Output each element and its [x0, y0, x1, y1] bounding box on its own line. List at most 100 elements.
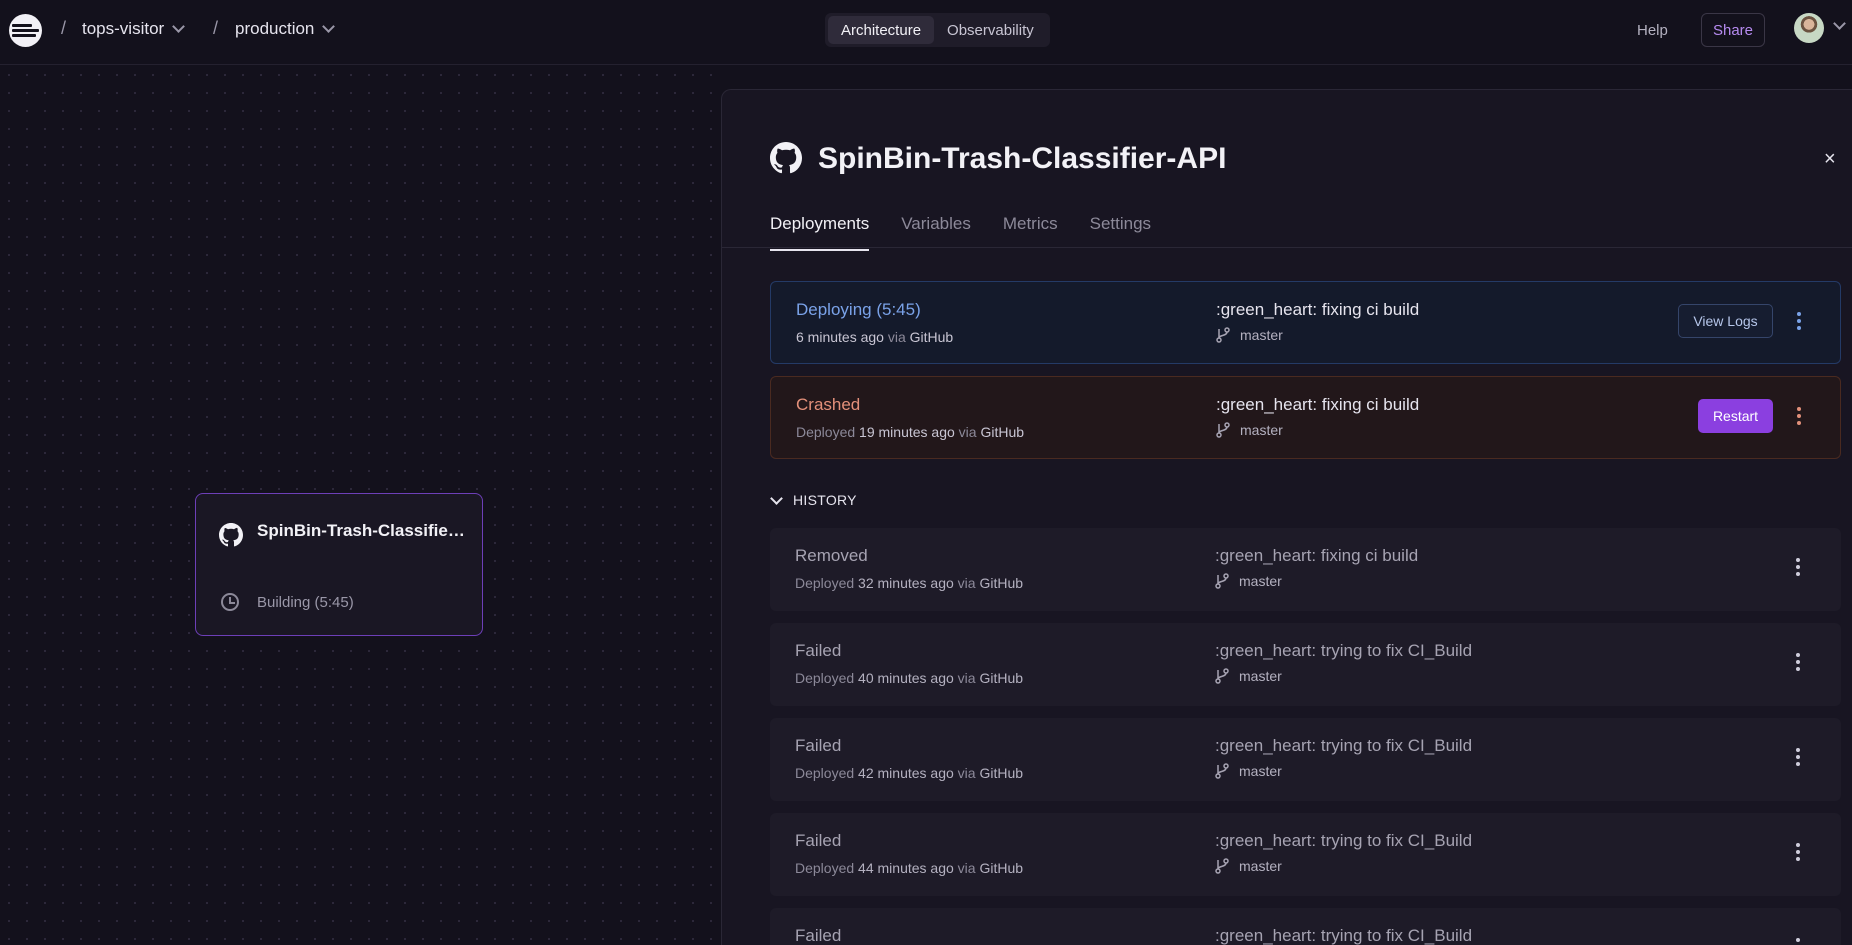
deployment-source: GitHub	[979, 765, 1024, 781]
deployment-meta: Deployed 40 minutes ago via GitHub	[795, 670, 1023, 686]
deployment-meta: Deployed 44 minutes ago via GitHub	[795, 860, 1023, 876]
close-icon[interactable]: ×	[1824, 148, 1836, 171]
environment-selector[interactable]: production	[235, 19, 336, 39]
share-button[interactable]: Share	[1701, 13, 1765, 47]
deployment-source: GitHub	[909, 329, 954, 345]
deployment-time: 44 minutes ago	[858, 860, 954, 876]
more-options-icon[interactable]	[1795, 312, 1803, 334]
history-row[interactable]: Failed :green_heart: trying to fix CI_Bu…	[770, 908, 1841, 945]
deployment-status: Failed	[795, 736, 842, 755]
top-bar: / tops-visitor / production Architecture…	[0, 0, 1852, 65]
deployed-label: Deployed	[795, 860, 855, 876]
more-options-icon[interactable]	[1794, 748, 1802, 770]
deployment-time: 32 minutes ago	[858, 575, 954, 591]
deployment-time: 42 minutes ago	[858, 765, 954, 781]
restart-button[interactable]: Restart	[1698, 399, 1773, 433]
tab-architecture[interactable]: Architecture	[828, 16, 935, 44]
tabs-divider	[722, 247, 1852, 248]
architecture-canvas[interactable]: SpinBin-Trash-Classifier-API Building (5…	[0, 66, 722, 945]
branch-info: master	[1216, 327, 1283, 343]
git-branch-icon	[1215, 763, 1229, 779]
via-label: via	[957, 860, 976, 876]
view-logs-button[interactable]: View Logs	[1678, 304, 1773, 338]
more-options-icon[interactable]	[1794, 558, 1802, 580]
service-panel: SpinBin-Trash-Classifier-API × Deploymen…	[721, 89, 1852, 945]
git-branch-icon	[1215, 573, 1229, 589]
tab-deployments[interactable]: Deployments	[770, 214, 870, 251]
chevron-down-icon	[172, 20, 186, 33]
deployment-meta: 6 minutes ago via GitHub	[796, 329, 953, 345]
deployment-status: Failed	[795, 831, 842, 850]
via-label: via	[957, 670, 976, 686]
history-row[interactable]: Failed Deployed 40 minutes ago via GitHu…	[770, 623, 1841, 706]
commit-message: :green_heart: fixing ci build	[1216, 395, 1420, 414]
branch-info: master	[1215, 763, 1282, 779]
git-branch-icon	[1215, 668, 1229, 684]
environment-name: production	[235, 19, 315, 38]
branch-info: master	[1215, 573, 1282, 589]
deployment-row-crashed[interactable]: Crashed Deployed 19 minutes ago via GitH…	[770, 376, 1841, 459]
commit-message: :green_heart: trying to fix CI_Build	[1215, 926, 1473, 945]
deployment-source: GitHub	[979, 670, 1024, 686]
deployment-meta: Deployed 32 minutes ago via GitHub	[795, 575, 1023, 591]
history-toggle[interactable]: HISTORY	[770, 491, 857, 508]
deployment-time: 40 minutes ago	[858, 670, 954, 686]
history-row[interactable]: Removed Deployed 32 minutes ago via GitH…	[770, 528, 1841, 611]
deployment-row-deploying[interactable]: Deploying (5:45) 6 minutes ago via GitHu…	[770, 281, 1841, 364]
via-label: via	[957, 765, 976, 781]
deployment-status: Failed	[795, 926, 842, 945]
branch-info: master	[1216, 422, 1283, 438]
project-selector[interactable]: tops-visitor	[82, 19, 186, 39]
tab-settings[interactable]: Settings	[1090, 214, 1151, 251]
deployed-label: Deployed	[795, 765, 855, 781]
chevron-down-icon[interactable]	[1833, 17, 1846, 30]
deployment-status: Crashed	[796, 395, 861, 414]
branch-name: master	[1239, 573, 1282, 589]
avatar[interactable]	[1794, 13, 1824, 43]
railway-logo-icon[interactable]	[9, 14, 42, 47]
deployment-source: GitHub	[979, 860, 1024, 876]
help-link[interactable]: Help	[1637, 22, 1668, 39]
github-icon	[770, 142, 802, 174]
via-label: via	[887, 329, 906, 345]
tab-variables[interactable]: Variables	[901, 214, 971, 251]
panel-tabs: Deployments Variables Metrics Settings	[770, 214, 1151, 251]
commit-message: :green_heart: trying to fix CI_Build	[1215, 831, 1473, 850]
history-row[interactable]: Failed Deployed 44 minutes ago via GitHu…	[770, 813, 1841, 896]
service-node-status: Building (5:45)	[257, 594, 354, 611]
project-name: tops-visitor	[82, 19, 165, 38]
more-options-icon[interactable]	[1794, 938, 1802, 945]
commit-message: :green_heart: trying to fix CI_Build	[1215, 736, 1473, 755]
history-row[interactable]: Failed Deployed 42 minutes ago via GitHu…	[770, 718, 1841, 801]
deployment-time: 19 minutes ago	[859, 424, 955, 440]
panel-title: SpinBin-Trash-Classifier-API	[818, 142, 1227, 175]
breadcrumb-separator: /	[213, 18, 219, 38]
chevron-down-icon	[322, 20, 336, 33]
more-options-icon[interactable]	[1794, 843, 1802, 865]
deployed-label: Deployed	[795, 575, 855, 591]
deployment-source: GitHub	[979, 575, 1024, 591]
more-options-icon[interactable]	[1794, 653, 1802, 675]
more-options-icon[interactable]	[1795, 407, 1803, 429]
tab-observability[interactable]: Observability	[934, 16, 1047, 44]
commit-message: :green_heart: fixing ci build	[1216, 300, 1420, 319]
deployment-meta: Deployed 19 minutes ago via GitHub	[796, 424, 1024, 440]
tab-metrics[interactable]: Metrics	[1003, 214, 1058, 251]
service-node[interactable]: SpinBin-Trash-Classifier-API Building (5…	[195, 493, 483, 636]
github-icon	[219, 523, 243, 547]
deployed-label: Deployed	[796, 424, 856, 440]
breadcrumb-separator: /	[61, 18, 67, 38]
deployed-label: Deployed	[795, 670, 855, 686]
branch-name: master	[1240, 422, 1283, 438]
commit-message: :green_heart: trying to fix CI_Build	[1215, 641, 1473, 660]
commit-message: :green_heart: fixing ci build	[1215, 546, 1419, 565]
branch-info: master	[1215, 858, 1282, 874]
deployment-status: Deploying (5:45)	[796, 300, 921, 319]
view-switcher: Architecture Observability	[825, 13, 1050, 47]
service-node-title: SpinBin-Trash-Classifier-API	[257, 521, 467, 540]
history-label: HISTORY	[793, 492, 857, 508]
branch-info: master	[1215, 668, 1282, 684]
deployment-meta: Deployed 42 minutes ago via GitHub	[795, 765, 1023, 781]
branch-name: master	[1239, 858, 1282, 874]
branch-name: master	[1239, 668, 1282, 684]
